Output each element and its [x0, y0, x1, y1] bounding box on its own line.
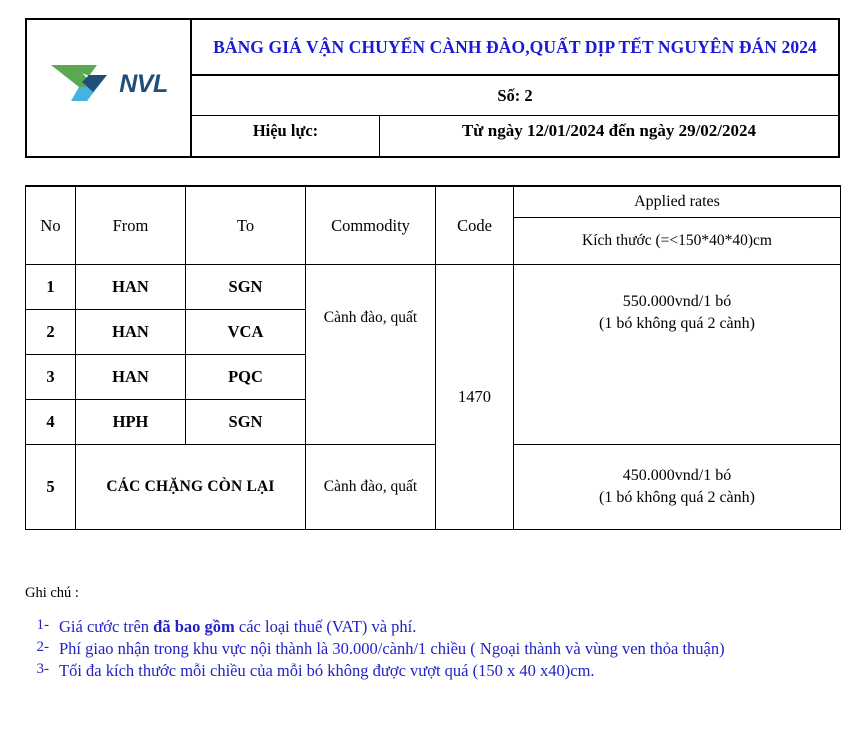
note-number: 1-: [36, 617, 50, 633]
rate-condition: (1 bó không quá 2 cành): [599, 489, 755, 506]
column-header-code: Code: [435, 185, 514, 265]
cell-to: SGN: [185, 399, 306, 445]
note-suffix: các loại thuế (VAT) và phí.: [234, 617, 417, 636]
effective-label: Hiệu lực:: [252, 121, 319, 140]
note-prefix: Tối đa kích thước mỗi chiều của mỗi bó k…: [59, 661, 595, 681]
note-text: Tối đa kích thước mỗi chiều của mỗi bó k…: [59, 660, 840, 681]
document-header-block: NVL BẢNG GIÁ VẬN CHUYỂN CÀNH ĐÀO,QUẤT DỊ…: [25, 18, 840, 158]
note-text: Phí giao nhận trong khu vực nội thành là…: [59, 638, 840, 659]
effective-value-cell: Từ ngày 12/01/2024 đến ngày 29/02/2024: [380, 116, 838, 156]
logo-cell: NVL: [27, 20, 192, 156]
table-row: 5 CÁC CHẶNG CÒN LẠI Cành đào, quất 450.0…: [25, 444, 841, 530]
logo-text: NVL: [119, 69, 168, 98]
cell-route-remaining: CÁC CHẶNG CÒN LẠI: [75, 444, 306, 530]
page-title: BẢNG GIÁ VẬN CHUYỂN CÀNH ĐÀO,QUẤT DỊP TẾ…: [213, 36, 817, 57]
list-item: 3- Tối đa kích thước mỗi chiều của mỗi b…: [25, 660, 840, 681]
header-number-row: Số: 2: [192, 76, 838, 116]
cell-no: 4: [25, 399, 76, 445]
note-prefix: Phí giao nhận trong khu vực nội thành là…: [59, 639, 725, 659]
column-header-to: To: [185, 185, 306, 265]
list-item: 1- Giá cước trên đã bao gồm các loại thu…: [25, 616, 840, 637]
cell-to: SGN: [185, 264, 306, 310]
company-logo: NVL: [49, 61, 168, 107]
cell-from: HAN: [75, 354, 186, 400]
cell-from: HAN: [75, 309, 186, 355]
table-header-row-1: No From To Commodity Code Applied rates: [25, 185, 841, 265]
table-row: 1 HAN SGN Cành đào, quất 1470 550.000vnd…: [25, 264, 841, 530]
note-number: 2-: [36, 639, 50, 656]
cell-to: VCA: [185, 309, 306, 355]
cell-from: HAN: [75, 264, 186, 310]
note-emphasis: đã bao gồm: [153, 617, 235, 636]
notes-section: Ghi chú : 1- Giá cước trên đã bao gồm cá…: [25, 585, 840, 682]
cell-rate-group: 550.000vnd/1 bó (1 bó không quá 2 cành): [513, 264, 841, 445]
cell-commodity: Cành đào, quất: [305, 444, 436, 530]
column-header-no: No: [25, 185, 76, 265]
cell-code: 1470: [435, 264, 514, 530]
cell-no: 1: [25, 264, 76, 310]
rate-amount: 550.000vnd/1 bó: [622, 293, 732, 310]
rate-condition: (1 bó không quá 2 cành): [599, 314, 755, 332]
rate-table-body: 1 HAN SGN Cành đào, quất 1470 550.000vnd…: [25, 264, 841, 530]
document-page: NVL BẢNG GIÁ VẬN CHUYỂN CÀNH ĐÀO,QUẤT DỊ…: [0, 0, 857, 745]
rate-table-head: No From To Commodity Code Applied rates …: [25, 185, 841, 265]
effective-label-cell: Hiệu lực:: [192, 116, 380, 156]
rate-table: No From To Commodity Code Applied rates …: [25, 185, 841, 530]
list-item: 2- Phí giao nhận trong khu vực nội thành…: [25, 638, 840, 659]
note-text: Giá cước trên đã bao gồm các loại thuế (…: [59, 616, 840, 637]
document-number: Số: 2: [497, 85, 533, 105]
column-header-commodity: Commodity: [305, 185, 436, 265]
cell-from: HPH: [75, 399, 186, 445]
note-prefix: Giá cước trên: [59, 617, 154, 636]
cell-rate: 450.000vnd/1 bó (1 bó không quá 2 cành): [513, 444, 841, 530]
column-header-from: From: [75, 185, 186, 265]
cell-to: PQC: [185, 354, 306, 400]
cell-no: 3: [25, 354, 76, 400]
header-title-row: BẢNG GIÁ VẬN CHUYỂN CÀNH ĐÀO,QUẤT DỊP TẾ…: [192, 20, 838, 76]
cell-no: 5: [25, 444, 76, 530]
cell-commodity-group: Cành đào, quất: [305, 264, 436, 445]
column-header-size: Kích thước (=<150*40*40)cm: [513, 217, 841, 265]
header-right-column: BẢNG GIÁ VẬN CHUYỂN CÀNH ĐÀO,QUẤT DỊP TẾ…: [192, 20, 838, 156]
cell-no: 2: [25, 309, 76, 355]
notes-list: 1- Giá cước trên đã bao gồm các loại thu…: [25, 616, 840, 681]
note-number: 3-: [36, 661, 50, 678]
nvl-bird-logo-icon: [51, 65, 108, 101]
effective-value: Từ ngày 12/01/2024 đến ngày 29/02/2024: [461, 121, 757, 140]
column-header-applied-rates: Applied rates: [513, 185, 841, 218]
notes-title: Ghi chú :: [25, 585, 79, 601]
header-effective-row: Hiệu lực: Từ ngày 12/01/2024 đến ngày 29…: [192, 116, 838, 156]
rate-amount: 450.000vnd/1 bó: [622, 467, 732, 485]
